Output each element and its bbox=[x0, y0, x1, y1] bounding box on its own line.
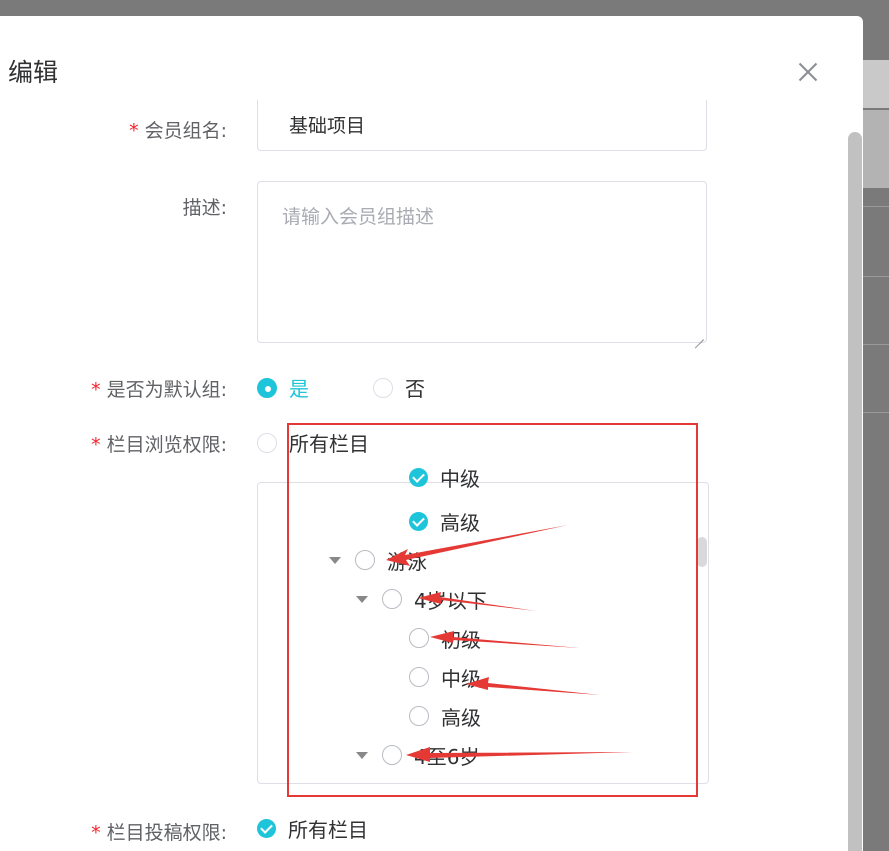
background-divider bbox=[863, 276, 889, 277]
default-yes-radio[interactable]: 是 bbox=[257, 373, 309, 402]
expand-caret-icon[interactable] bbox=[356, 595, 368, 603]
checkbox-empty-icon bbox=[409, 667, 429, 687]
checked-icon bbox=[257, 819, 276, 838]
column-tree bbox=[257, 482, 709, 784]
background-divider bbox=[863, 412, 889, 413]
required-mark: * bbox=[91, 822, 101, 844]
background-divider bbox=[863, 206, 889, 207]
tree-node-label: 高级 bbox=[441, 705, 481, 730]
tree-node[interactable]: 4岁以下 bbox=[356, 584, 487, 614]
tree-node-label: 4岁以下 bbox=[414, 588, 487, 613]
submit-all-columns-checkbox[interactable]: 所有栏目 bbox=[257, 814, 368, 843]
tree-node[interactable]: 初级 bbox=[409, 623, 481, 653]
checkbox-empty-icon bbox=[382, 589, 402, 609]
default-no-radio[interactable]: 否 bbox=[373, 373, 425, 402]
expand-caret-icon[interactable] bbox=[356, 751, 368, 759]
required-mark: * bbox=[129, 120, 139, 142]
default-group-label: * 是否为默认组: bbox=[91, 379, 227, 401]
background-divider bbox=[863, 344, 889, 345]
checked-icon bbox=[409, 468, 428, 487]
checked-icon bbox=[409, 511, 428, 531]
tree-node[interactable]: 游泳 bbox=[329, 545, 427, 575]
description-placeholder: 请输入会员组描述 bbox=[282, 206, 435, 228]
required-mark: * bbox=[91, 379, 101, 401]
tree-node[interactable]: 中级 bbox=[409, 468, 480, 494]
tree-node[interactable]: 中级 bbox=[409, 662, 481, 692]
tree-node-label: 中级 bbox=[441, 666, 481, 691]
background-panel bbox=[863, 60, 889, 108]
radio-selected-icon bbox=[257, 377, 277, 398]
tree-node[interactable]: 高级 bbox=[409, 506, 480, 536]
resize-handle-icon[interactable] bbox=[694, 330, 704, 340]
required-mark: * bbox=[91, 434, 101, 456]
radio-empty-icon bbox=[373, 377, 393, 398]
tree-node[interactable]: 4至6岁 bbox=[356, 740, 479, 770]
tree-node-label: 4至6岁 bbox=[414, 744, 480, 769]
group-name-input[interactable]: 基础项目 bbox=[257, 100, 707, 151]
description-textarea[interactable]: 请输入会员组描述 bbox=[257, 181, 707, 343]
name-label: * 会员组名: bbox=[129, 120, 227, 142]
tree-node[interactable]: 高级 bbox=[409, 701, 481, 731]
checkbox-empty-icon bbox=[409, 706, 429, 726]
browse-all-columns-checkbox[interactable]: 所有栏目 bbox=[257, 428, 369, 457]
checkbox-empty-icon bbox=[382, 745, 402, 765]
group-name-value: 基础项目 bbox=[289, 115, 366, 137]
default-no-label: 否 bbox=[405, 377, 425, 401]
checkbox-empty-icon bbox=[257, 432, 277, 453]
dialog-scrollbar[interactable] bbox=[848, 132, 862, 851]
checkbox-empty-icon bbox=[409, 628, 429, 648]
dialog-title: 编辑 bbox=[8, 58, 59, 87]
description-label: 描述: bbox=[182, 197, 227, 219]
submit-permission-label: * 栏目投稿权限: bbox=[91, 822, 227, 844]
checkbox-empty-icon bbox=[355, 550, 375, 570]
tree-node-label: 游泳 bbox=[387, 549, 427, 574]
tree-node-label: 初级 bbox=[441, 627, 481, 652]
background-panel bbox=[863, 110, 889, 188]
browse-all-columns-label: 所有栏目 bbox=[289, 432, 369, 456]
tree-scrollbar[interactable] bbox=[697, 537, 707, 567]
submit-all-columns-label: 所有栏目 bbox=[288, 818, 368, 842]
browse-permission-label: * 栏目浏览权限: bbox=[91, 434, 227, 456]
tree-node-label: 高级 bbox=[440, 510, 480, 535]
expand-caret-icon[interactable] bbox=[329, 556, 341, 564]
tree-node-label: 中级 bbox=[440, 468, 480, 491]
close-icon[interactable] bbox=[794, 58, 822, 86]
default-yes-label: 是 bbox=[289, 377, 309, 401]
